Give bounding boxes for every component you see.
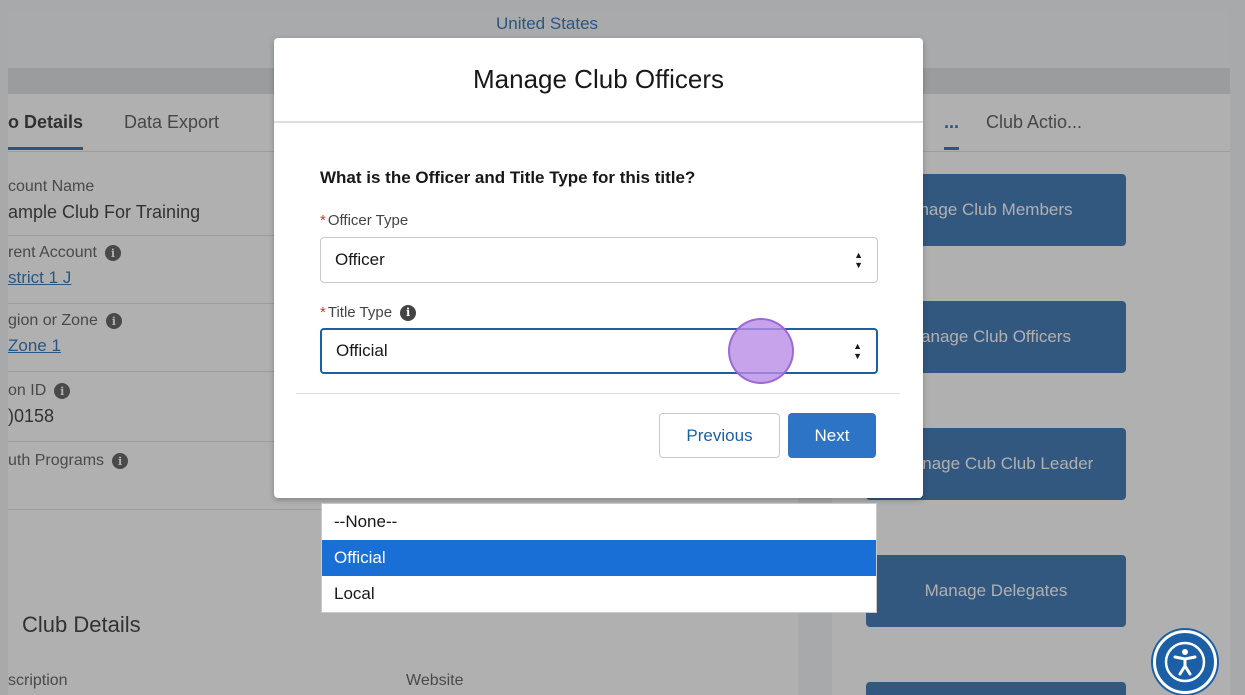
modal-question: What is the Officer and Title Type for t… — [320, 168, 696, 187]
required-mark: * — [320, 304, 326, 321]
previous-button[interactable]: Previous — [659, 413, 780, 458]
info-icon[interactable]: i — [400, 304, 417, 321]
select-arrows-icon: ▲ ▼ — [854, 250, 863, 270]
accessibility-figure-icon — [1164, 641, 1206, 683]
title-type-label: * Title Type i — [320, 304, 417, 321]
click-indicator — [728, 318, 794, 384]
option-official[interactable]: Official — [322, 540, 876, 576]
modal-divider — [296, 393, 900, 394]
officer-type-value: Officer — [335, 250, 385, 269]
required-mark: * — [320, 212, 326, 229]
option-none[interactable]: --None-- — [322, 504, 876, 540]
officer-type-label: * Officer Type — [320, 212, 409, 229]
modal-title: Manage Club Officers — [274, 38, 923, 123]
title-type-value: Official — [336, 341, 388, 360]
select-arrows-icon: ▲ ▼ — [853, 341, 862, 361]
officer-type-select[interactable]: Officer ▲ ▼ — [320, 237, 878, 283]
manage-club-officers-modal: Manage Club Officers What is the Officer… — [274, 38, 923, 498]
option-local[interactable]: Local — [322, 576, 876, 612]
title-type-select[interactable]: Official ▲ ▼ — [320, 328, 878, 374]
title-type-dropdown: --None-- Official Local — [321, 503, 877, 613]
accessibility-icon[interactable] — [1153, 630, 1217, 694]
next-button[interactable]: Next — [788, 413, 876, 458]
